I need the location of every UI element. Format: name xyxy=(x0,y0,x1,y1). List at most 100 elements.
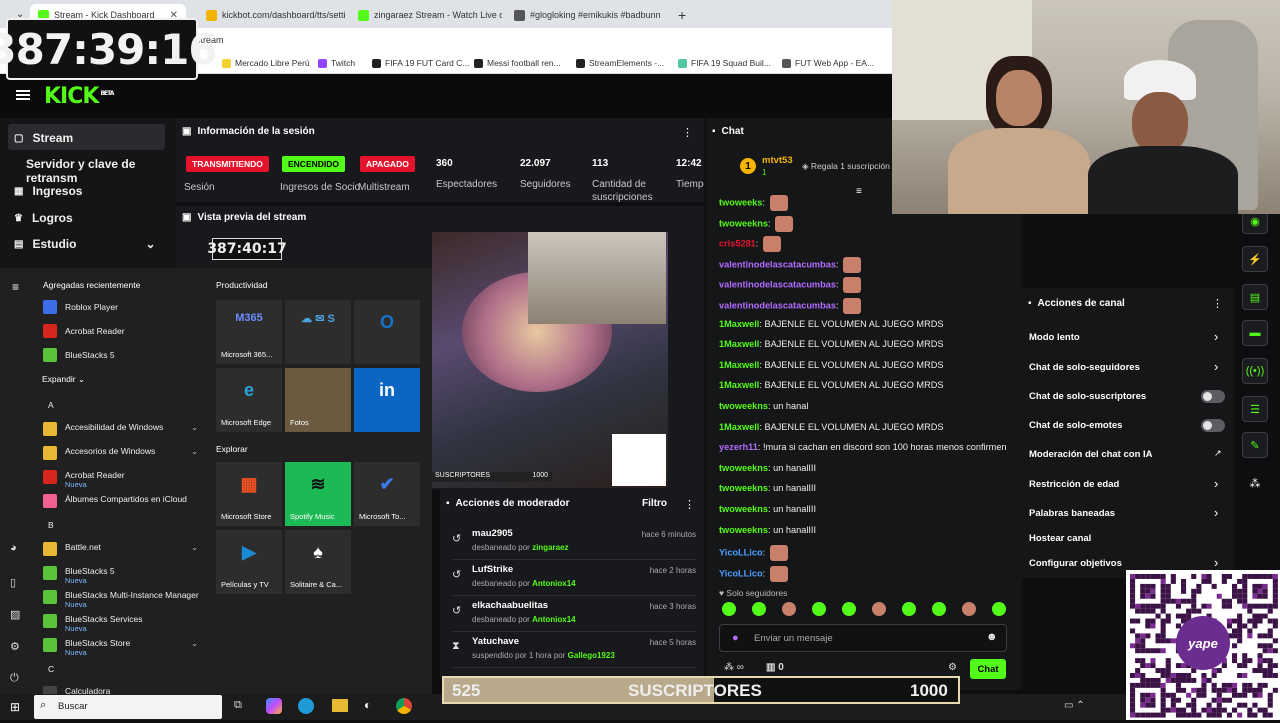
start-tile[interactable]: in xyxy=(354,368,420,432)
chat-username[interactable]: twoweekns xyxy=(719,483,768,493)
rail-wrench-icon[interactable]: ✎ xyxy=(1242,432,1268,458)
app-list-item[interactable]: Battle.net ⌄ xyxy=(43,542,203,556)
start-tile[interactable]: O xyxy=(354,300,420,364)
chat-settings-icons[interactable]: ⁂ ∞ xyxy=(724,662,744,673)
user-avatar-icon[interactable]: ◕ xyxy=(10,542,17,554)
chevron-right-icon[interactable]: › xyxy=(1214,555,1218,570)
sidebar-item-achievements[interactable]: ♛ Logros xyxy=(14,211,73,225)
app-list-item[interactable]: Accesorios de Windows ⌄ xyxy=(43,446,203,460)
bookmark-item[interactable]: FUT Web App - EA... xyxy=(782,58,874,68)
sidebar-item-studio[interactable]: ▤ Estudio ⌄ xyxy=(14,237,156,251)
chat-username[interactable]: cris5281 xyxy=(719,239,756,249)
channel-action-item[interactable]: Chat de solo-seguidores xyxy=(1029,362,1140,373)
channel-actions-menu-dots-icon[interactable]: ⋮ xyxy=(1212,297,1223,310)
channel-action-item[interactable]: Hostear canal xyxy=(1029,533,1091,544)
sidebar-item-server-key[interactable]: Servidor y clave de retransm xyxy=(26,157,176,185)
browser-tab[interactable]: #glogloking #emikukis #badbunn✕ xyxy=(506,4,664,26)
browser-tab[interactable]: kickbot.com/dashboard/tts/setting✕ xyxy=(198,4,346,26)
mic-icon[interactable]: ● xyxy=(732,632,739,644)
channel-action-item[interactable]: Chat de solo-emotes xyxy=(1029,420,1122,431)
recent-app-item[interactable]: BlueStacks 5 xyxy=(43,348,115,362)
quick-emote-icon[interactable] xyxy=(992,602,1006,616)
quick-emote-icon[interactable] xyxy=(902,602,916,616)
sidebar-item-revenue[interactable]: ▦ Ingresos xyxy=(14,184,82,198)
chevron-right-icon[interactable]: › xyxy=(1214,359,1218,374)
sidebar-item-stream[interactable]: ▢ Stream xyxy=(14,131,73,145)
taskbar-search-input[interactable]: ⌕ Buscar xyxy=(34,695,222,719)
rail-broadcast-icon[interactable]: ((•)) xyxy=(1242,358,1268,384)
kick-logo[interactable]: KICK BETA xyxy=(44,84,114,109)
gear-icon[interactable]: ⚙ xyxy=(948,662,957,673)
app-list-letter-header[interactable]: C xyxy=(48,664,54,674)
start-tile[interactable]: ✔ Microsoft To... xyxy=(354,462,420,526)
chat-username[interactable]: valentinodelascatacumbas xyxy=(719,280,836,290)
documents-icon[interactable]: ▯ xyxy=(10,576,16,589)
hamburger-menu-icon[interactable] xyxy=(16,90,30,100)
browser-tab[interactable]: zingaraez Stream - Watch Live on✕ xyxy=(350,4,502,26)
app-list-item[interactable]: Álbumes Compartidos en iCloud xyxy=(43,494,203,508)
rail-lightning-icon[interactable]: ⚡ xyxy=(1242,246,1268,272)
rail-chat-icon[interactable]: ▬ xyxy=(1242,320,1268,346)
chat-username[interactable]: twoweekns xyxy=(719,463,768,473)
channel-action-item[interactable]: Chat de solo-suscriptores xyxy=(1029,391,1146,402)
start-tile[interactable]: e Microsoft Edge xyxy=(216,368,282,432)
start-tile[interactable]: M365 Microsoft 365... xyxy=(216,300,282,364)
app-list-item[interactable]: Accesibilidad de Windows ⌄ xyxy=(43,422,203,436)
channel-action-item[interactable]: Palabras baneadas xyxy=(1029,508,1115,519)
toggle-switch[interactable] xyxy=(1201,390,1225,403)
channel-action-item[interactable]: Modo lento xyxy=(1029,332,1080,343)
quick-emote-icon[interactable] xyxy=(962,602,976,616)
tray-icons[interactable]: ▭ ⌃ xyxy=(1064,700,1085,711)
bookmark-item[interactable]: FIFA 19 FUT Card C... xyxy=(372,58,469,68)
settings-gear-icon[interactable]: ⚙ xyxy=(10,640,20,653)
start-tile[interactable]: ▶ Películas y TV xyxy=(216,530,282,594)
chat-send-button[interactable]: Chat xyxy=(970,659,1006,679)
chevron-right-icon[interactable]: › xyxy=(1214,505,1218,520)
bookmark-item[interactable]: Mercado Libre Perú xyxy=(222,58,310,68)
chat-username[interactable]: 1Maxwell xyxy=(719,360,759,370)
quick-emote-icon[interactable] xyxy=(722,602,736,616)
app-list-item[interactable]: Acrobat Reader Nueva xyxy=(43,470,203,490)
moderator-menu-dots-icon[interactable]: ⋮ xyxy=(684,498,695,511)
quick-emote-icon[interactable] xyxy=(872,602,886,616)
channel-action-item[interactable]: Moderación del chat con IA xyxy=(1029,449,1153,460)
windows-start-icon[interactable]: ⊞ xyxy=(10,700,20,714)
start-tile[interactable]: ≋ Spotify Music xyxy=(285,462,351,526)
file-explorer-icon[interactable] xyxy=(332,699,348,712)
chat-username[interactable]: YicoLLico xyxy=(719,548,763,558)
session-menu-dots-icon[interactable]: ⋮ xyxy=(682,126,693,139)
chevron-down-icon[interactable]: ⌄ xyxy=(191,446,198,457)
moderator-action-row[interactable]: ⧗ Yatuchave suspendido por 1 hora por Gall… xyxy=(452,634,696,668)
chat-username[interactable]: valentinodelascatacumbas xyxy=(719,300,836,310)
chrome-taskbar-icon[interactable] xyxy=(396,698,412,714)
channel-action-item[interactable]: Configurar objetivos xyxy=(1029,558,1122,569)
app-list-letter-header[interactable]: A xyxy=(48,400,54,410)
app-list-letter-header[interactable]: B xyxy=(48,520,54,530)
chat-filter-icon[interactable]: ≡ xyxy=(856,186,862,197)
external-link-icon[interactable]: ↗ xyxy=(1214,448,1222,459)
chat-username[interactable]: 1Maxwell xyxy=(719,422,759,432)
moderator-action-row[interactable]: ↺ mau2905 desbaneado por zingaraez hace 6 m… xyxy=(452,526,696,560)
channel-action-item[interactable]: Restricción de edad xyxy=(1029,479,1119,490)
chat-username[interactable]: YicoLLico xyxy=(719,568,763,578)
chat-username[interactable]: twoweekns xyxy=(719,504,768,514)
bookmark-item[interactable]: StreamElements -... xyxy=(576,58,664,68)
chevron-down-icon[interactable]: ⌄ xyxy=(191,422,198,433)
quick-emote-icon[interactable] xyxy=(812,602,826,616)
chat-username[interactable]: twoweekns xyxy=(719,401,768,411)
pictures-icon[interactable]: ▨ xyxy=(10,608,20,621)
bookmark-item[interactable]: Twitch xyxy=(318,58,355,68)
pinned-gifter-name[interactable]: mtvt53 xyxy=(762,155,793,166)
chevron-right-icon[interactable]: › xyxy=(1214,476,1218,491)
app-taskbar-icon[interactable]: ◐ xyxy=(364,698,371,712)
recent-app-item[interactable]: Acrobat Reader xyxy=(43,324,125,338)
start-tile[interactable]: ▦ Microsoft Store xyxy=(216,462,282,526)
chat-username[interactable]: 1Maxwell xyxy=(719,319,759,329)
start-tile[interactable]: Fotos xyxy=(285,368,351,432)
bookmark-item[interactable]: FIFA 19 Squad Buil... xyxy=(678,58,771,68)
recent-app-item[interactable]: Roblox Player xyxy=(43,300,118,314)
bookmark-item[interactable]: Messi football ren... xyxy=(474,58,561,68)
new-tab-plus-icon[interactable]: + xyxy=(670,4,688,26)
start-tile[interactable]: ♠ Solitaire & Ca... xyxy=(285,530,351,594)
toggle-switch[interactable] xyxy=(1201,419,1225,432)
